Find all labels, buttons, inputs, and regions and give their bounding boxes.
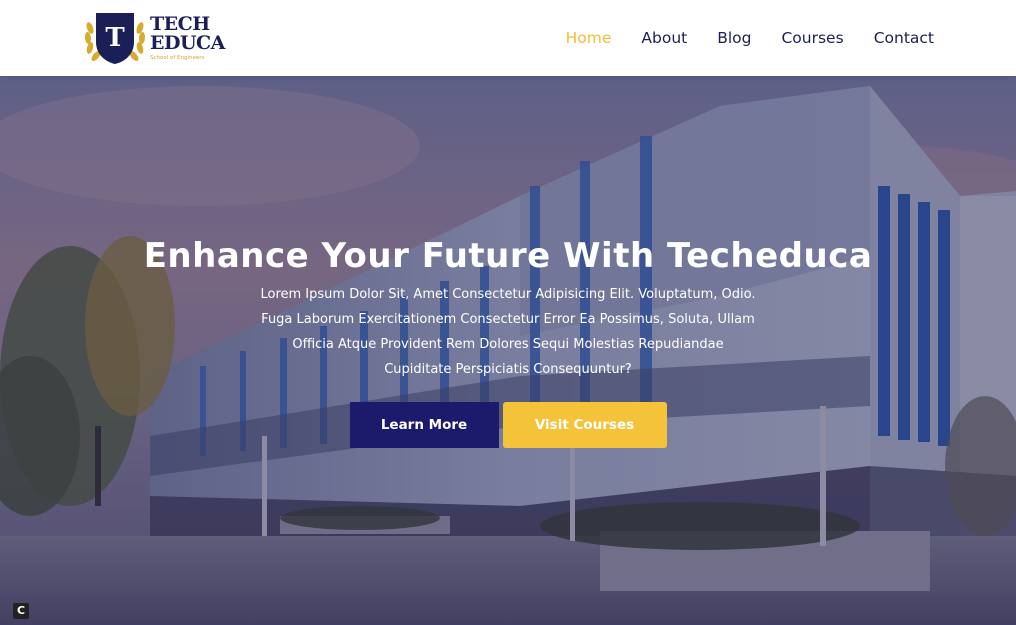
learn-more-button[interactable]: Learn More bbox=[349, 402, 499, 448]
hero-content: Enhance Your Future With Techeduca Lorem… bbox=[0, 76, 1016, 625]
nav-item-home[interactable]: Home bbox=[566, 29, 612, 47]
nav-item-courses[interactable]: Courses bbox=[781, 29, 843, 47]
site-header: T TECH EDUCA School of Engineers Home Ab… bbox=[0, 0, 1016, 76]
hero-section: Enhance Your Future With Techeduca Lorem… bbox=[0, 76, 1016, 625]
nav-item-about[interactable]: About bbox=[641, 29, 687, 47]
hero-title: Enhance Your Future With Techeduca bbox=[143, 236, 873, 276]
site-logo[interactable]: T TECH EDUCA School of Engineers bbox=[82, 10, 232, 66]
logo-tagline: School of Engineers bbox=[150, 54, 205, 61]
logo-name-line1: TECH bbox=[150, 12, 210, 35]
logo-name-line2: EDUCA bbox=[150, 31, 225, 54]
logo-initial: T bbox=[105, 23, 125, 53]
logo-wordmark: TECH EDUCA School of Engineers bbox=[150, 12, 225, 62]
hero-description: Lorem Ipsum Dolor Sit, Amet Consectetur … bbox=[260, 287, 756, 377]
nav-item-blog[interactable]: Blog bbox=[717, 29, 751, 47]
visit-courses-button[interactable]: Visit Courses bbox=[502, 402, 667, 448]
page: T TECH EDUCA School of Engineers Home Ab… bbox=[0, 0, 1016, 625]
hero-buttons: Learn More Visit Courses bbox=[0, 402, 1016, 448]
corner-widget-icon[interactable]: C bbox=[13, 603, 29, 619]
laurel-shield-icon: T bbox=[82, 10, 148, 66]
main-nav: Home About Blog Courses Contact bbox=[566, 26, 934, 50]
nav-item-contact[interactable]: Contact bbox=[874, 29, 934, 47]
